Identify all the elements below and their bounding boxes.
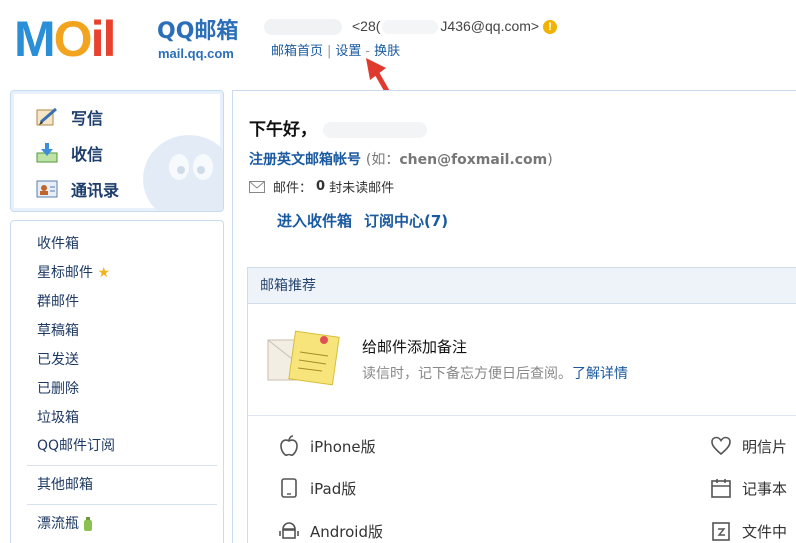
enter-inbox-link[interactable]: 进入收件箱 <box>277 212 352 230</box>
qqmail-logo[interactable]: MOil QQ邮箱 mail.qq.com <box>14 12 254 68</box>
app-file-transfer-label: 文件中 <box>742 522 788 541</box>
bottle-icon <box>84 517 93 531</box>
recommend-item-desc: 读信时，记下备忘方便日后查阅。了解详情 <box>362 366 628 382</box>
recommend-header: 邮箱推荐 <box>248 268 796 304</box>
app-android[interactable]: Android版 <box>278 520 383 542</box>
folder-starred-label: 星标邮件 <box>37 265 93 281</box>
account-prefix: <28( <box>352 18 381 34</box>
app-notepad-label: 记事本 <box>742 479 788 498</box>
account-line: <28( J436@qq.com>! <box>264 18 558 38</box>
android-icon <box>279 522 299 539</box>
redacted-username <box>264 19 342 36</box>
app-notepad[interactable]: 记事本 <box>710 477 787 499</box>
envelope-icon <box>249 180 265 193</box>
app-postcard[interactable]: 明信片 <box>710 435 787 457</box>
file-transfer-icon <box>712 522 730 541</box>
brand-domain: mail.qq.com <box>158 46 234 61</box>
calendar-icon <box>711 479 731 498</box>
mailbox-home-link[interactable]: 邮箱首页 <box>271 44 323 59</box>
folder-drift-bottle-label: 漂流瓶 <box>37 516 79 532</box>
brand-name: QQ邮箱 <box>157 19 239 44</box>
recommend-box: 邮箱推荐 给邮件添加备注 读信时，记下备忘方便日后查阅。了解详情 iPhone版 <box>247 267 796 543</box>
redacted-nickname <box>323 122 427 138</box>
app-file-transfer[interactable]: 文件中 <box>710 520 787 542</box>
main-quick-links: 进入收件箱 订阅中心(7) <box>277 210 460 231</box>
logo-mark: MOil <box>14 11 116 67</box>
redacted-account <box>382 20 439 35</box>
folder-other-mailboxes[interactable]: 其他邮箱 <box>37 474 93 494</box>
account-suffix: J436@qq.com> <box>440 18 540 34</box>
quick-actions-panel: 写信 收信 通讯录 <box>10 90 224 212</box>
folder-inbox[interactable]: 收件箱 <box>37 233 79 253</box>
apple-icon <box>280 435 298 456</box>
contacts-label: 通讯录 <box>71 181 120 200</box>
folder-sent[interactable]: 已发送 <box>37 349 79 369</box>
app-iphone[interactable]: iPhone版 <box>278 435 376 457</box>
app-ipad-label: iPad版 <box>310 479 357 498</box>
app-android-label: Android版 <box>310 522 383 541</box>
folder-drafts[interactable]: 草稿箱 <box>37 320 79 340</box>
subscription-center-link[interactable]: 订阅中心(7) <box>364 212 448 230</box>
mail-note-illustration-icon <box>267 330 340 386</box>
heart-icon <box>711 436 731 456</box>
mail-status: 邮件： 0 封未读邮件 <box>249 177 394 196</box>
compose-pencil-icon <box>36 107 57 126</box>
star-icon: ★ <box>97 265 111 281</box>
divider <box>27 465 217 466</box>
compose-button[interactable]: 写信 <box>35 104 103 130</box>
greeting: 下午好， <box>249 115 427 140</box>
header: MOil QQ邮箱 mail.qq.com <28(J436@qq.com>! … <box>0 0 796 117</box>
tablet-icon <box>281 478 297 498</box>
unread-count: 0 <box>316 179 326 194</box>
folder-group-mail[interactable]: 群邮件 <box>37 291 79 311</box>
contacts-button[interactable]: 通讯录 <box>35 176 119 202</box>
folder-spam[interactable]: 垃圾箱 <box>37 407 79 427</box>
folder-list: 收件箱 星标邮件 ★ 群邮件 草稿箱 已发送 已删除 垃圾箱 QQ邮件订阅 其他… <box>10 220 224 543</box>
compose-label: 写信 <box>71 109 104 128</box>
folder-deleted[interactable]: 已删除 <box>37 378 79 398</box>
divider <box>27 504 217 505</box>
register-english-account: 注册英文邮箱帐号 (如：chen@foxmail.com) <box>249 149 553 169</box>
contacts-card-icon <box>36 180 58 198</box>
app-ipad[interactable]: iPad版 <box>278 477 356 499</box>
learn-more-link[interactable]: 了解详情 <box>572 366 628 382</box>
register-english-account-link[interactable]: 注册英文邮箱帐号 <box>249 152 361 168</box>
mail-label: 邮件： <box>273 181 313 196</box>
folder-starred[interactable]: 星标邮件 ★ <box>37 262 110 282</box>
settings-link[interactable]: 设置 <box>335 44 361 59</box>
separator: | <box>327 44 332 59</box>
main-panel: 下午好， 注册英文邮箱帐号 (如：chen@foxmail.com) 邮件： 0 封… <box>232 90 796 543</box>
register-hint: (如：chen@foxmail.com) <box>365 152 553 168</box>
check-mail-label: 收信 <box>71 145 104 164</box>
qq-penguin-watermark-icon <box>143 135 223 211</box>
recommend-item: 给邮件添加备注 读信时，记下备忘方便日后查阅。了解详情 <box>248 304 796 416</box>
receive-mail-icon <box>36 143 58 163</box>
app-iphone-label: iPhone版 <box>310 437 376 456</box>
greeting-text: 下午好， <box>249 120 317 140</box>
check-mail-button[interactable]: 收信 <box>35 140 103 166</box>
unread-text: 封未读邮件 <box>329 181 395 196</box>
folder-subscriptions[interactable]: QQ邮件订阅 <box>37 435 115 455</box>
recommend-item-title: 给邮件添加备注 <box>362 338 468 356</box>
app-postcard-label: 明信片 <box>742 437 788 456</box>
folder-drift-bottle[interactable]: 漂流瓶 <box>37 513 93 533</box>
warning-icon[interactable]: ! <box>543 20 558 35</box>
